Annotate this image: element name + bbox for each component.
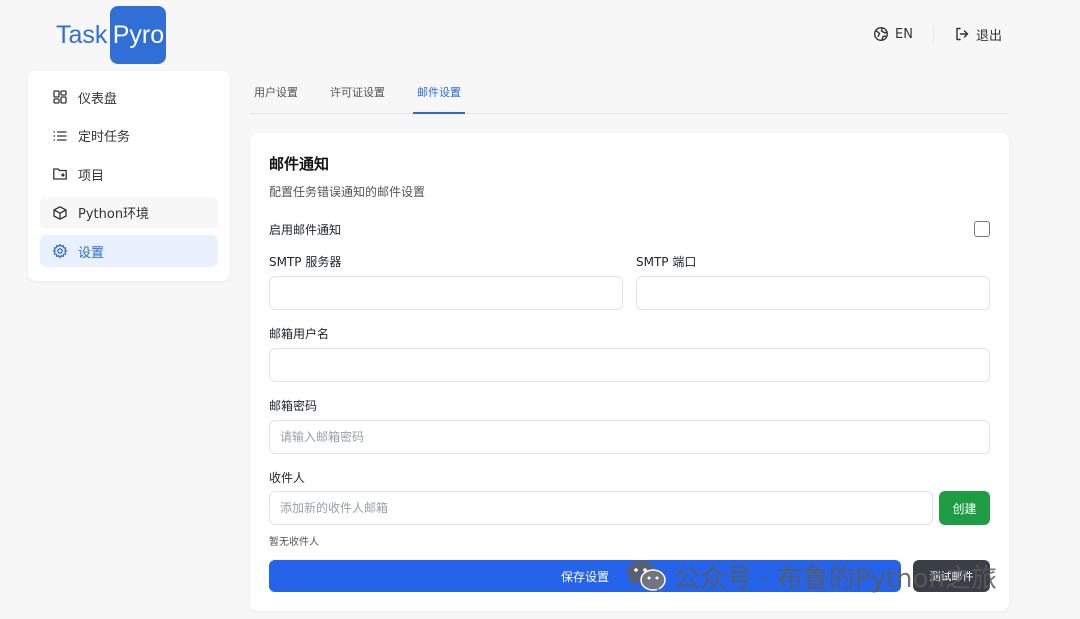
smtp-server-label: SMTP 服务器 — [269, 255, 342, 269]
create-recipient-button[interactable]: 创建 — [939, 491, 990, 525]
sidebar-item-dashboard[interactable]: 仪表盘 — [40, 81, 218, 113]
recipient-email-input[interactable] — [269, 491, 933, 525]
dashboard-icon — [52, 89, 68, 105]
smtp-server-input[interactable] — [269, 276, 623, 310]
sidebar-item-label: 项目 — [78, 168, 105, 184]
email-password-label: 邮箱密码 — [269, 399, 318, 413]
sidebar-item-label: 仪表盘 — [78, 91, 118, 107]
sidebar-item-label: 定时任务 — [78, 130, 131, 145]
header-divider — [932, 25, 934, 43]
folder-icon — [52, 166, 68, 182]
language-switch-button[interactable]: EN — [873, 26, 913, 42]
header-actions: EN 退出 — [873, 20, 1002, 48]
cube-icon — [52, 205, 68, 221]
save-settings-button[interactable]: 保存设置 — [269, 560, 901, 592]
gear-icon — [52, 243, 68, 259]
tab-user-settings[interactable]: 用户设置 — [250, 71, 302, 113]
logout-icon — [954, 26, 970, 42]
logo-text-task: Task — [56, 20, 108, 49]
sidebar-item-label: 设置 — [78, 245, 105, 261]
settings-tabs: 用户设置 许可证设置 邮件设置 — [250, 71, 1008, 114]
sidebar: 仪表盘 定时任务 项目 Python环境 设置 — [28, 71, 230, 281]
logout-button[interactable]: 退出 — [954, 25, 1002, 44]
sidebar-item-label: Python环境 — [78, 207, 150, 222]
logo-text-pyro: Pyro — [110, 6, 167, 64]
logout-label: 退出 — [975, 28, 1002, 44]
card-title: 邮件通知 — [269, 155, 330, 173]
email-password-input[interactable] — [269, 420, 990, 454]
no-recipients-text: 暂无收件人 — [269, 537, 319, 548]
recipients-label: 收件人 — [269, 471, 306, 485]
smtp-port-input[interactable] — [636, 276, 990, 310]
language-label: EN — [895, 26, 913, 42]
test-email-button[interactable]: 测试邮件 — [913, 560, 990, 592]
enable-email-label: 启用邮件通知 — [269, 223, 342, 237]
sidebar-item-projects[interactable]: 项目 — [40, 158, 218, 190]
email-username-input[interactable] — [269, 348, 990, 382]
tab-license-settings[interactable]: 许可证设置 — [326, 71, 389, 113]
tab-email-settings[interactable]: 邮件设置 — [413, 71, 465, 114]
enable-email-checkbox[interactable] — [974, 221, 990, 237]
sidebar-item-settings[interactable]: 设置 — [40, 235, 218, 267]
globe-icon — [873, 26, 889, 42]
email-username-label: 邮箱用户名 — [269, 327, 330, 341]
card-description: 配置任务错误通知的邮件设置 — [269, 185, 426, 199]
list-icon — [52, 128, 68, 144]
email-settings-card: 邮件通知 配置任务错误通知的邮件设置 启用邮件通知 SMTP 服务器 SMTP … — [250, 133, 1009, 611]
app-logo[interactable]: Task Pyro — [56, 6, 167, 64]
smtp-port-label: SMTP 端口 — [636, 255, 697, 269]
sidebar-item-scheduled-tasks[interactable]: 定时任务 — [40, 120, 218, 152]
sidebar-item-python-env[interactable]: Python环境 — [40, 196, 218, 229]
